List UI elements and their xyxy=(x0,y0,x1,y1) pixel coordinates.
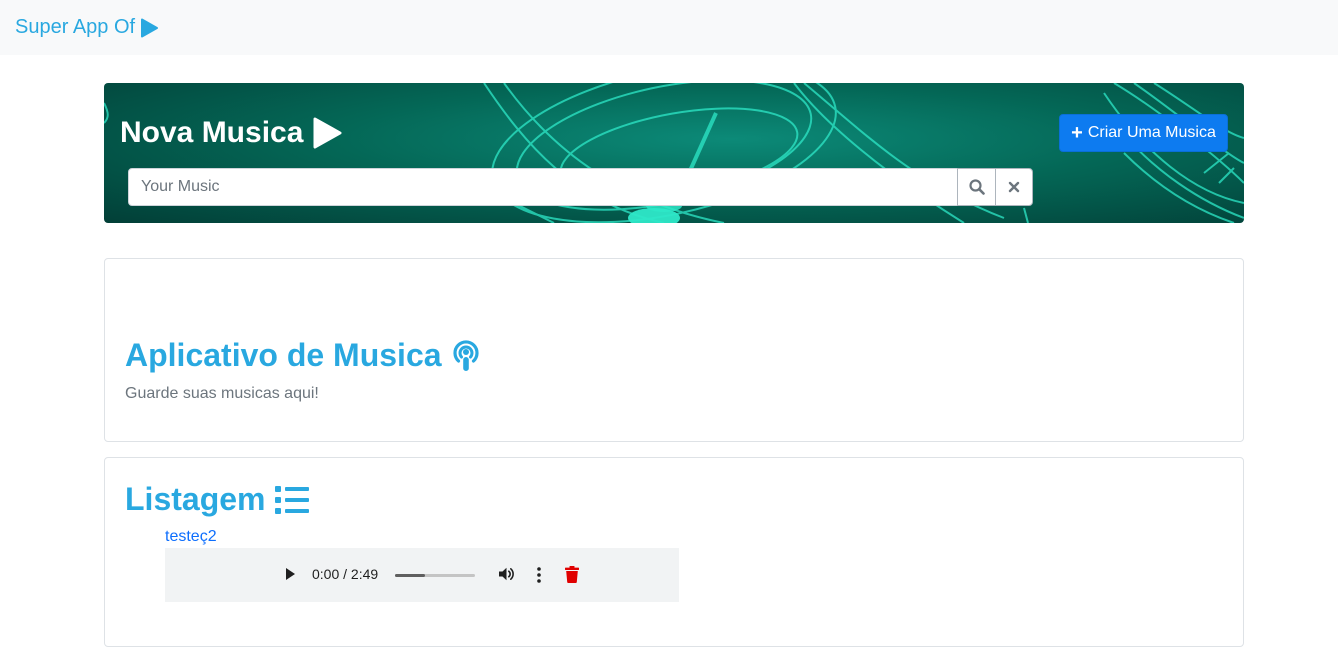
plus-icon: + xyxy=(1071,122,1083,144)
create-music-label: Criar Uma Musica xyxy=(1087,124,1216,141)
search-icon xyxy=(968,179,985,195)
listing-heading: Listagem xyxy=(125,481,310,518)
hero-title-text: Nova Musica xyxy=(120,116,304,149)
list-icon xyxy=(275,485,310,514)
search-button[interactable] xyxy=(957,168,996,206)
intro-heading: Aplicativo de Musica xyxy=(125,337,482,374)
audio-progress-slider[interactable] xyxy=(395,574,475,577)
podcast-icon xyxy=(452,339,479,371)
listing-card: Listagem testeç2 0:00 / 2:49 xyxy=(104,457,1244,647)
navbar: Super App Of xyxy=(0,0,1338,55)
close-icon xyxy=(1008,181,1020,193)
brand-label: Super App Of xyxy=(15,16,136,38)
more-options-icon[interactable] xyxy=(535,566,543,584)
intro-heading-text: Aplicativo de Musica xyxy=(125,337,442,373)
hero-title: Nova Musica xyxy=(120,116,342,150)
create-music-button[interactable]: + Criar Uma Musica xyxy=(1059,114,1228,152)
track-item: 0:00 / 2:49 xyxy=(165,548,679,602)
track-title-link[interactable]: testeç2 xyxy=(165,528,217,546)
brand-link[interactable]: Super App Of xyxy=(15,16,159,39)
audio-progress-fill xyxy=(395,574,425,577)
play-button-icon[interactable] xyxy=(283,566,297,582)
listing-heading-text: Listagem xyxy=(125,481,266,517)
intro-card: Aplicativo de Musica Guarde suas musicas… xyxy=(104,258,1244,442)
clear-search-button[interactable] xyxy=(995,168,1033,206)
search-group xyxy=(128,168,1035,206)
volume-icon[interactable] xyxy=(497,565,515,583)
intro-subtitle: Guarde suas musicas aqui! xyxy=(125,385,319,402)
hero-banner: Nova Musica + Criar Uma Musica xyxy=(104,83,1244,223)
play-icon xyxy=(141,18,159,37)
trash-icon[interactable] xyxy=(565,566,579,583)
play-icon xyxy=(313,117,342,149)
audio-player: 0:00 / 2:49 xyxy=(265,548,565,602)
search-input[interactable] xyxy=(128,168,958,206)
audio-time: 0:00 / 2:49 xyxy=(312,566,379,582)
